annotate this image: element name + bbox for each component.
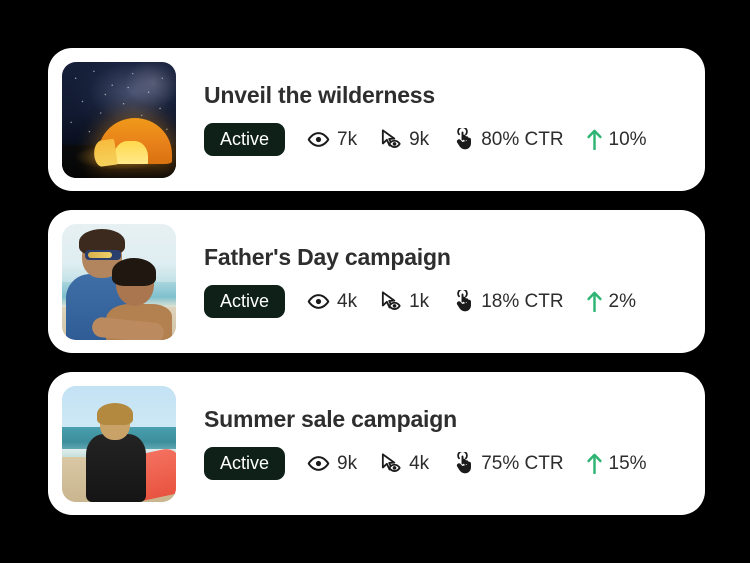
- campaign-title: Father's Day campaign: [204, 243, 451, 270]
- status-badge[interactable]: Active: [204, 446, 286, 480]
- metric-impressions: 4k: [379, 452, 429, 475]
- metric-ctr: 75% CTR: [451, 451, 564, 475]
- metric-trend: 2%: [586, 290, 636, 313]
- sunglasses-shape: [85, 249, 121, 260]
- arrow-up-icon: [586, 128, 603, 151]
- cursor-eye-icon: [379, 128, 402, 151]
- cursor-eye-icon: [379, 290, 402, 313]
- metric-impressions: 9k: [379, 128, 429, 151]
- campaign-details: Unveil the wilderness Active 7k 9k 80% C…: [176, 81, 691, 156]
- metric-ctr-value: 75% CTR: [481, 452, 564, 474]
- metric-impressions: 1k: [379, 290, 429, 313]
- eye-icon: [307, 290, 330, 313]
- metric-ctr: 18% CTR: [451, 289, 564, 313]
- metric-trend: 15%: [586, 452, 647, 475]
- metric-views: 4k: [307, 290, 357, 313]
- tent-flap-shape: [92, 138, 118, 167]
- metric-impressions-value: 9k: [409, 128, 430, 150]
- metric-trend-value: 15%: [608, 452, 647, 474]
- metric-impressions-value: 4k: [409, 452, 430, 474]
- tap-hand-icon: [451, 289, 474, 313]
- campaign-card[interactable]: Summer sale campaign Active 9k 4k 75% CT…: [48, 372, 705, 515]
- arrow-up-icon: [586, 452, 603, 475]
- boy-hair-shape: [112, 257, 156, 286]
- campaign-list: Unveil the wilderness Active 7k 9k 80% C…: [48, 48, 705, 515]
- campaign-card[interactable]: Unveil the wilderness Active 7k 9k 80% C…: [48, 48, 705, 191]
- campaign-metrics: Active 4k 1k 18% CTR 2%: [204, 284, 691, 318]
- metric-trend-value: 10%: [608, 128, 647, 150]
- campaign-list-screen: Unveil the wilderness Active 7k 9k 80% C…: [0, 0, 750, 563]
- metric-ctr-value: 80% CTR: [481, 128, 564, 150]
- eye-icon: [307, 128, 330, 151]
- metric-trend-value: 2%: [608, 290, 637, 312]
- metric-views-value: 9k: [337, 452, 358, 474]
- campaign-details: Summer sale campaign Active 9k 4k 75% CT…: [176, 405, 691, 480]
- metric-views: 7k: [307, 128, 357, 151]
- metric-trend: 10%: [586, 128, 647, 151]
- metric-impressions-value: 1k: [409, 290, 430, 312]
- eye-icon: [307, 452, 330, 475]
- campaign-thumbnail: [62, 223, 176, 340]
- metric-views-value: 4k: [337, 290, 358, 312]
- tap-hand-icon: [451, 451, 474, 475]
- metric-views: 9k: [307, 452, 357, 475]
- campaign-title: Unveil the wilderness: [204, 81, 435, 108]
- campaign-metrics: Active 7k 9k 80% CTR 10%: [204, 122, 691, 156]
- campaign-metrics: Active 9k 4k 75% CTR 15%: [204, 446, 691, 480]
- campaign-card[interactable]: Father's Day campaign Active 4k 1k 18% C…: [48, 210, 705, 353]
- metric-ctr: 80% CTR: [451, 127, 564, 151]
- campaign-thumbnail: [62, 61, 176, 178]
- campaign-thumbnail: [62, 385, 176, 502]
- status-badge[interactable]: Active: [204, 284, 286, 318]
- surfer-body-shape: [86, 433, 146, 502]
- surfer-hair-shape: [97, 402, 133, 425]
- cursor-eye-icon: [379, 452, 402, 475]
- arrow-up-icon: [586, 290, 603, 313]
- metric-ctr-value: 18% CTR: [481, 290, 564, 312]
- metric-views-value: 7k: [337, 128, 358, 150]
- campaign-details: Father's Day campaign Active 4k 1k 18% C…: [176, 243, 691, 318]
- status-badge[interactable]: Active: [204, 122, 286, 156]
- tap-hand-icon: [451, 127, 474, 151]
- campaign-title: Summer sale campaign: [204, 405, 457, 432]
